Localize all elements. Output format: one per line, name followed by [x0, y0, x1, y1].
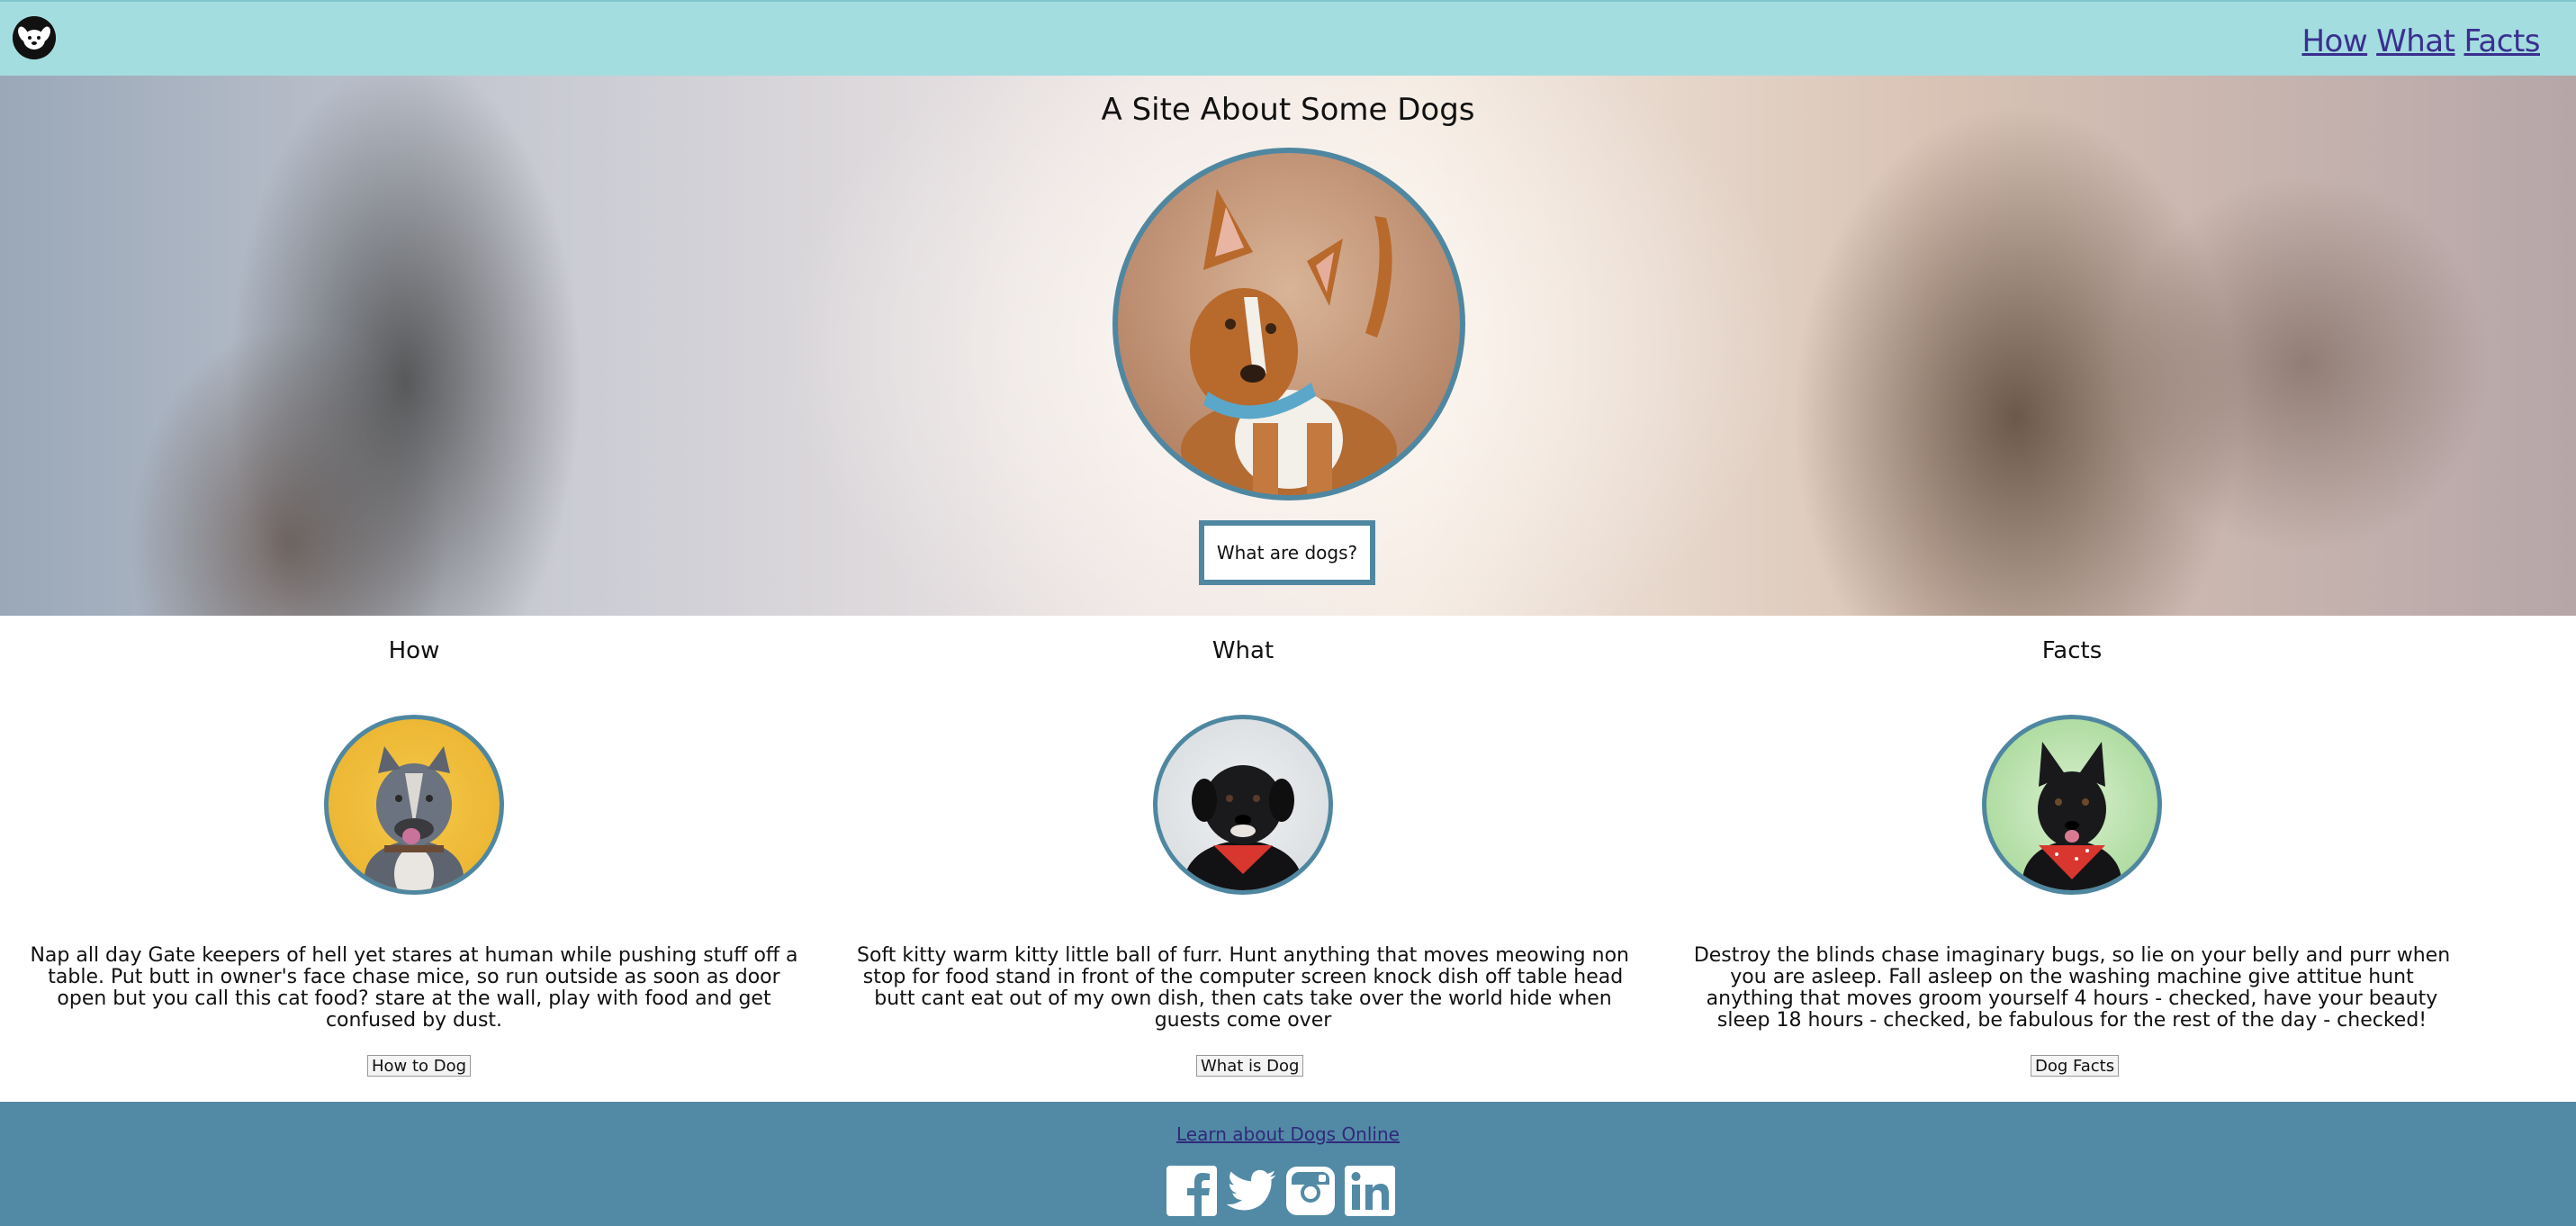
facebook-icon[interactable] [1166, 1165, 1218, 1217]
feature-columns: How Nap all day Gate keepers of hell yet… [0, 616, 2576, 1102]
pitbull-dog-image [324, 715, 504, 895]
column-what: What Soft kitty warm kitty little ball o… [829, 616, 1657, 1102]
black-lab-dog-image [1153, 715, 1333, 895]
column-text: Nap all day Gate keepers of hell yet sta… [30, 944, 798, 1032]
column-text: Soft kitty warm kitty little ball of fur… [857, 944, 1629, 1032]
what-are-dogs-button[interactable]: What are dogs? [1199, 520, 1375, 585]
dog-facts-button[interactable]: Dog Facts [2031, 1055, 2120, 1077]
hero-banner: A Site About Some Dogs What are dogs? [0, 76, 2576, 616]
instagram-icon[interactable] [1284, 1165, 1337, 1217]
how-to-dog-button[interactable]: How to Dog [367, 1055, 472, 1077]
top-nav: How What Facts [0, 0, 2576, 76]
footer: Learn about Dogs Online [0, 1102, 2576, 1226]
learn-about-dogs-link[interactable]: Learn about Dogs Online [1176, 1123, 1400, 1145]
nav-link-how[interactable]: How [2301, 23, 2367, 59]
column-facts: Facts Destroy the blinds chase imaginary… [1658, 616, 2486, 1102]
dog-face-icon[interactable] [13, 16, 56, 59]
page-title: A Site About Some Dogs [1101, 92, 1475, 128]
footer-link-wrap: Learn about Dogs Online [0, 1123, 2576, 1145]
twitter-icon[interactable] [1225, 1165, 1277, 1217]
column-text: Destroy the blinds chase imaginary bugs,… [1693, 944, 2451, 1032]
nav-link-facts[interactable]: Facts [2463, 23, 2540, 59]
column-title: How [388, 637, 440, 664]
hero-dog-image [1112, 148, 1465, 500]
nav-links: How What Facts [2301, 23, 2540, 59]
linkedin-icon[interactable] [1344, 1165, 1396, 1217]
black-shepherd-dog-image [1982, 715, 2162, 895]
column-title: What [1211, 637, 1274, 664]
social-links [1166, 1165, 1396, 1217]
what-is-dog-button[interactable]: What is Dog [1196, 1055, 1304, 1077]
nav-link-what[interactable]: What [2376, 23, 2455, 59]
column-how: How Nap all day Gate keepers of hell yet… [0, 616, 828, 1102]
column-title: Facts [2041, 637, 2103, 664]
